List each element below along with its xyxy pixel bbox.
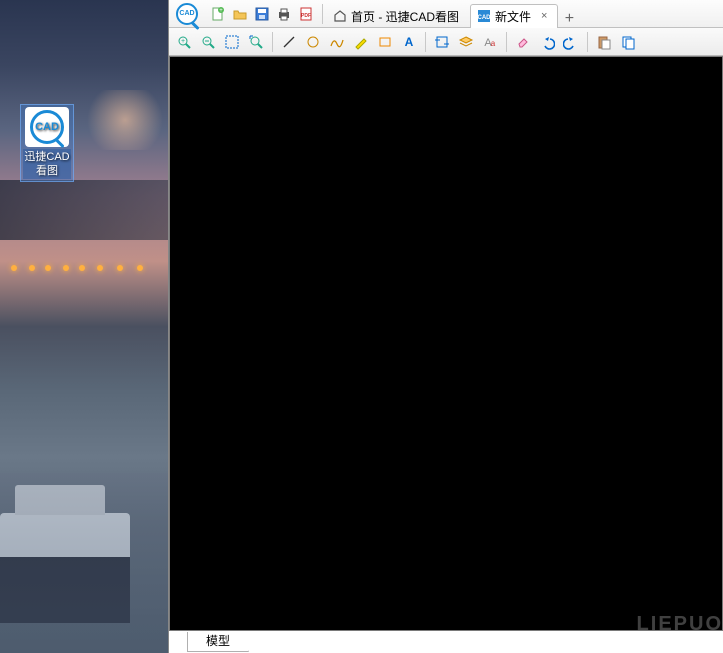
highlight-tool[interactable]	[350, 31, 372, 53]
app-icon: CAD	[173, 0, 201, 28]
svg-text:A: A	[405, 35, 414, 49]
svg-text:CAD: CAD	[478, 15, 492, 21]
zoom-in-button[interactable]: +	[173, 31, 195, 53]
zoom-out-button[interactable]	[197, 31, 219, 53]
text-style-button[interactable]: Aa	[479, 31, 501, 53]
desktop-shortcut-cad-viewer[interactable]: CAD 迅捷CAD看图	[20, 104, 74, 182]
desktop-wallpaper: CAD 迅捷CAD看图	[0, 0, 168, 653]
new-tab-button[interactable]: +	[558, 10, 580, 28]
main-toolbar: + A Aa	[169, 28, 723, 56]
new-file-button[interactable]: +	[209, 5, 227, 23]
tab-new-file[interactable]: CAD 新文件 ×	[470, 4, 558, 28]
save-button[interactable]	[253, 5, 271, 23]
svg-text:a: a	[491, 39, 496, 48]
svg-text:+: +	[181, 38, 185, 45]
paste-button[interactable]	[593, 31, 615, 53]
tab-label: 首页 - 迅捷CAD看图	[351, 8, 459, 25]
rectangle-tool[interactable]	[374, 31, 396, 53]
model-tab[interactable]: 模型	[187, 632, 249, 652]
line-tool[interactable]	[278, 31, 300, 53]
eraser-tool[interactable]	[512, 31, 534, 53]
tab-close-button[interactable]: ×	[541, 10, 547, 22]
home-icon	[333, 9, 347, 23]
export-pdf-button[interactable]: PDF	[297, 5, 315, 23]
document-tabs: 首页 - 迅捷CAD看图 CAD 新文件 × +	[326, 0, 723, 28]
cad-doc-icon: CAD	[477, 9, 491, 23]
quick-access-toolbar: + PDF	[205, 5, 319, 23]
zoom-window-button[interactable]	[221, 31, 243, 53]
layer-button[interactable]	[455, 31, 477, 53]
text-tool[interactable]: A	[398, 31, 420, 53]
title-bar: CAD + PDF 首页 -	[169, 0, 723, 28]
circle-tool[interactable]	[302, 31, 324, 53]
cad-viewer-window: CAD + PDF 首页 -	[168, 0, 723, 653]
polyline-tool[interactable]	[326, 31, 348, 53]
svg-text:PDF: PDF	[301, 13, 311, 19]
open-file-button[interactable]	[231, 5, 249, 23]
drawing-canvas[interactable]	[169, 56, 723, 631]
svg-text:+: +	[219, 8, 223, 14]
watermark: LIEPUO 下载	[637, 613, 723, 649]
undo-button[interactable]	[536, 31, 558, 53]
zoom-extents-button[interactable]	[245, 31, 267, 53]
redo-button[interactable]	[560, 31, 582, 53]
crop-tool[interactable]	[431, 31, 453, 53]
copy-button[interactable]	[617, 31, 639, 53]
desktop-shortcut-label: 迅捷CAD看图	[23, 149, 71, 179]
tab-label: 新文件	[495, 8, 531, 25]
tab-home[interactable]: 首页 - 迅捷CAD看图	[326, 4, 470, 28]
cad-app-icon: CAD	[25, 107, 69, 147]
print-button[interactable]	[275, 5, 293, 23]
